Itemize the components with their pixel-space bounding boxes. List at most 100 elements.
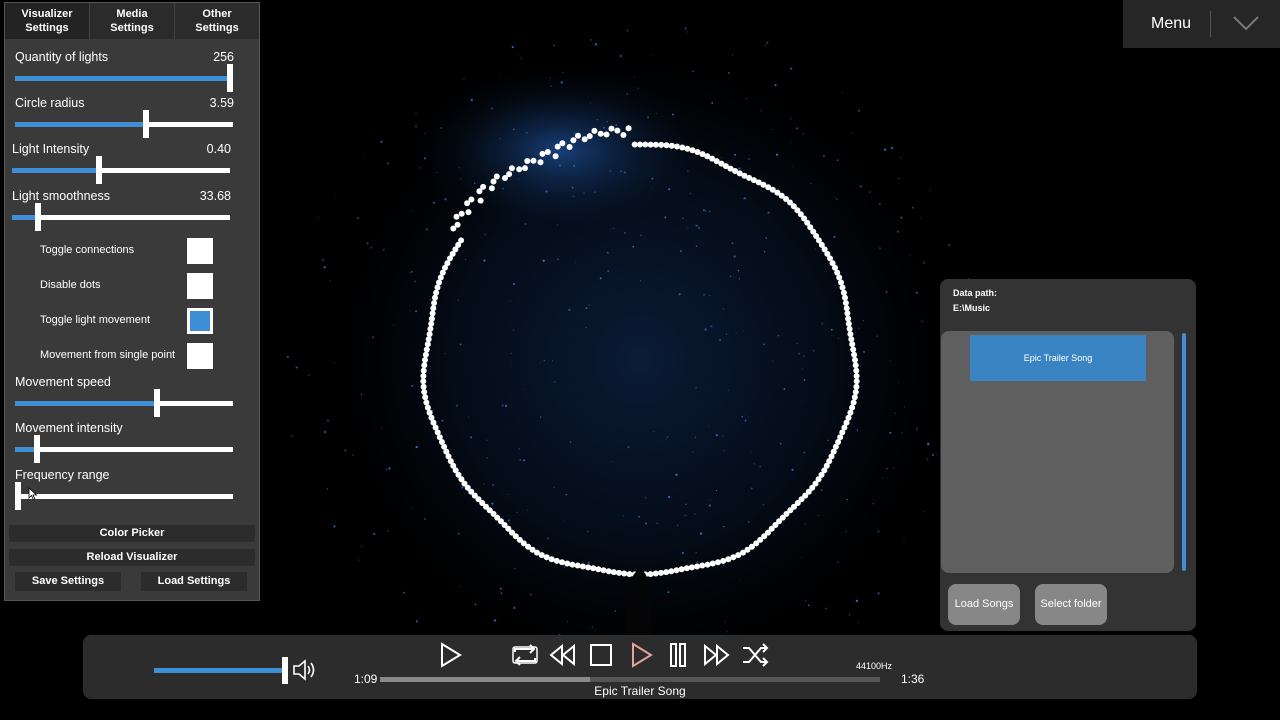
slider-track[interactable] — [12, 156, 230, 184]
particle — [599, 277, 602, 280]
particle — [459, 343, 462, 346]
particle — [836, 159, 839, 161]
circle-radius-slider[interactable]: Circle radius 3.59 — [14, 96, 234, 142]
player-bar: 1:09 1:36 44100Hz Epic Trailer Song — [83, 635, 1197, 699]
play-icon[interactable] — [435, 640, 465, 670]
slider-track[interactable] — [15, 64, 233, 92]
slider-thumb[interactable] — [227, 64, 233, 92]
volume-slider[interactable] — [154, 668, 286, 673]
particle — [461, 486, 464, 489]
movement-intensity-slider[interactable]: Movement intensity — [14, 421, 234, 467]
slider-track[interactable] — [15, 435, 233, 463]
select-folder-button[interactable]: Select folder — [1035, 584, 1107, 625]
toggle-label: Toggle connections — [40, 244, 135, 256]
particle — [543, 359, 546, 362]
stop-icon[interactable] — [586, 640, 616, 670]
particle — [589, 102, 592, 104]
particle — [747, 416, 749, 418]
tab-other-settings[interactable]: Other Settings — [175, 3, 259, 39]
slider-track[interactable] — [15, 482, 233, 510]
slider-track[interactable] — [12, 203, 230, 231]
menu-label[interactable]: Menu — [1151, 15, 1191, 33]
pause-icon[interactable] — [663, 640, 693, 670]
tab-visualizer-settings[interactable]: Visualizer Settings — [5, 3, 90, 39]
slider-thumb[interactable] — [34, 435, 40, 463]
frequency-range-slider[interactable]: Frequency range — [14, 468, 234, 514]
light-dot — [553, 557, 560, 564]
slider-track[interactable] — [15, 110, 233, 138]
color-picker-button[interactable]: Color Picker — [9, 525, 255, 542]
rewind-icon[interactable] — [548, 640, 578, 670]
particle — [545, 190, 548, 193]
slider-thumb[interactable] — [143, 110, 149, 138]
repeat-icon[interactable] — [510, 640, 540, 670]
particle — [936, 453, 938, 455]
progress-bar[interactable] — [380, 677, 880, 682]
particle — [917, 268, 919, 270]
toggle-connections-checkbox[interactable] — [187, 238, 213, 264]
particle — [689, 192, 692, 195]
slider-thumb[interactable] — [35, 203, 41, 231]
shuffle-icon[interactable] — [740, 640, 770, 670]
particle — [722, 308, 725, 310]
light-dot — [458, 237, 465, 244]
volume-icon[interactable] — [292, 658, 318, 682]
light-dot — [616, 569, 622, 576]
load-songs-button[interactable]: Load Songs — [948, 584, 1020, 625]
light-dot — [530, 157, 537, 164]
particle — [685, 31, 688, 33]
quantity-of-lights-slider[interactable]: Quantity of lights 256 — [14, 50, 234, 96]
light-dot — [566, 144, 573, 150]
light-dot — [465, 209, 472, 216]
song-list-scrollbar[interactable] — [1182, 333, 1186, 571]
particle — [744, 419, 747, 422]
load-settings-button[interactable]: Load Settings — [141, 572, 247, 591]
light-dot — [422, 357, 428, 363]
slider-thumb[interactable] — [154, 389, 160, 417]
particle — [523, 389, 525, 391]
particle — [529, 593, 532, 596]
particle — [863, 350, 865, 353]
particle — [501, 404, 504, 407]
menu-bar[interactable]: Menu — [1123, 0, 1280, 48]
particle — [709, 499, 711, 501]
light-dot — [575, 132, 581, 139]
particle — [790, 117, 793, 120]
light-dot — [688, 564, 695, 571]
light-dot — [429, 310, 436, 317]
slider-track[interactable] — [15, 389, 233, 417]
light-intensity-slider[interactable]: Light Intensity 0.40 — [11, 142, 231, 188]
settings-panel: Visualizer Settings Media Settings Other… — [4, 2, 260, 601]
disable-dots-checkbox[interactable] — [187, 273, 213, 299]
toggle-light-movement-checkbox[interactable] — [187, 308, 213, 334]
movement-single-point-checkbox[interactable] — [187, 343, 213, 369]
slider-thumb[interactable] — [15, 482, 21, 510]
particle — [696, 561, 699, 564]
light-dot — [423, 346, 430, 353]
save-settings-button[interactable]: Save Settings — [15, 572, 121, 591]
light-dot — [427, 325, 434, 332]
reload-visualizer-button[interactable]: Reload Visualizer — [9, 549, 255, 566]
particle — [900, 216, 903, 219]
particle — [779, 442, 782, 445]
particle — [825, 607, 827, 610]
particle — [585, 307, 588, 310]
tab-media-settings[interactable]: Media Settings — [90, 3, 175, 39]
light-dot — [579, 563, 586, 570]
light-dot — [674, 143, 680, 150]
play-active-icon[interactable] — [626, 640, 656, 670]
light-dot — [642, 141, 649, 148]
light-dot — [668, 568, 675, 575]
volume-slider-thumb[interactable] — [282, 657, 288, 684]
particle — [872, 502, 875, 505]
chevron-down-icon[interactable] — [1232, 14, 1260, 32]
light-smoothness-slider[interactable]: Light smoothness 33.68 — [11, 189, 231, 235]
movement-speed-slider[interactable]: Movement speed — [14, 375, 234, 421]
light-dot — [849, 404, 856, 411]
light-dot — [490, 178, 497, 185]
light-dot — [537, 159, 544, 166]
fast-forward-icon[interactable] — [701, 640, 731, 670]
song-list-item[interactable]: Epic Trailer Song — [970, 335, 1146, 381]
song-list[interactable]: Epic Trailer Song — [941, 331, 1174, 573]
slider-thumb[interactable] — [96, 156, 102, 184]
